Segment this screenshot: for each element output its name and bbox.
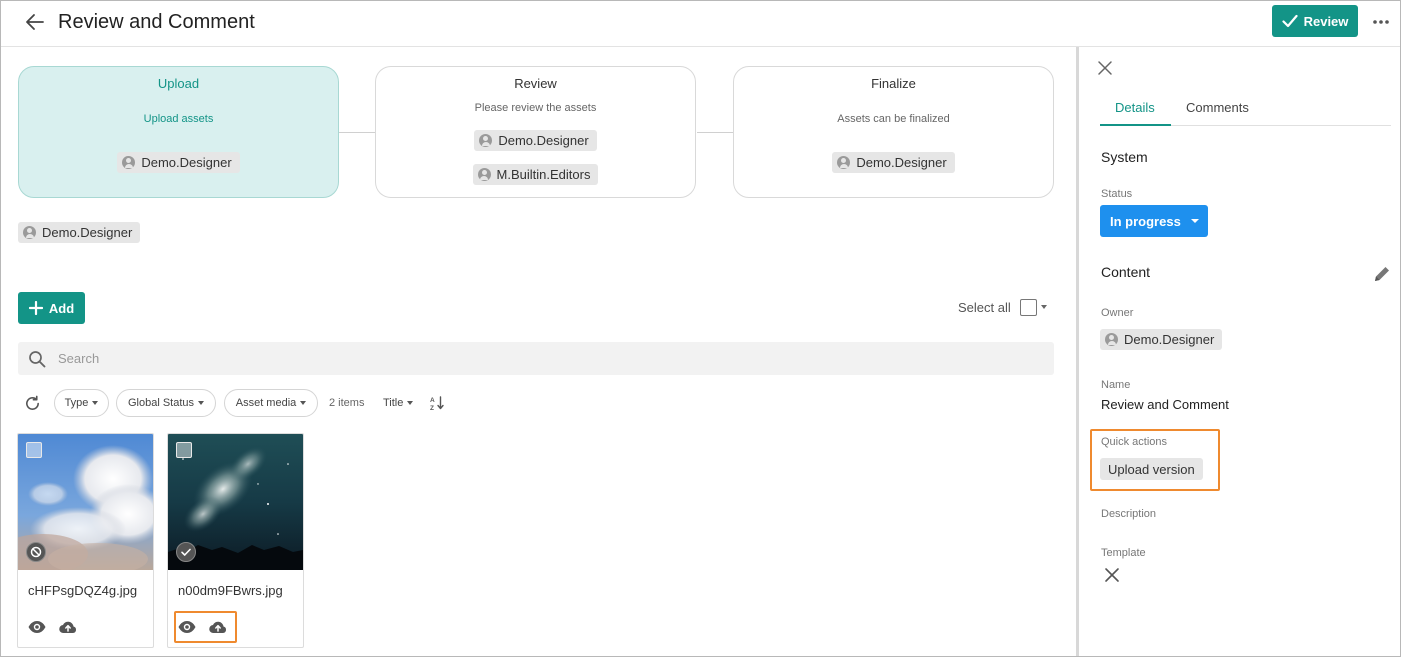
user-icon — [23, 226, 36, 239]
step-description: Assets can be finalized — [837, 113, 950, 125]
description-label: Description — [1101, 508, 1157, 520]
step-connector — [697, 132, 734, 133]
assignee-name: Demo.Designer — [856, 155, 947, 170]
filter-global-status[interactable]: Global Status — [116, 389, 216, 417]
status-dropdown[interactable]: In progress — [1100, 205, 1208, 237]
asset-select-checkbox[interactable] — [26, 442, 42, 458]
sort-az-icon[interactable]: A Z — [429, 395, 445, 411]
select-all-label: Select all — [958, 300, 1011, 315]
owner-name: Demo.Designer — [1124, 332, 1215, 347]
owner-chip-wrapper: Demo.Designer — [18, 222, 141, 244]
pencil-icon[interactable] — [1373, 265, 1391, 283]
chevron-down-icon — [1190, 219, 1199, 223]
eye-icon[interactable] — [27, 618, 47, 636]
chevron-down-icon — [300, 401, 307, 405]
add-button[interactable]: Add — [18, 292, 85, 324]
name-value: Review and Comment — [1101, 397, 1229, 412]
chevron-down-icon — [407, 401, 414, 405]
assignee-name: Demo.Designer — [498, 133, 589, 148]
select-all-dropdown-icon[interactable] — [1041, 305, 1047, 309]
active-tab-indicator — [1100, 124, 1171, 126]
status-label: Status — [1101, 188, 1133, 200]
tab-details[interactable]: Details — [1115, 100, 1155, 115]
asset-thumbnail[interactable] — [18, 434, 153, 570]
step-title: Review — [514, 76, 557, 91]
user-icon — [479, 134, 493, 147]
chevron-down-icon — [92, 401, 99, 405]
user-icon — [837, 156, 851, 169]
search-bar — [18, 342, 1054, 375]
sort-field-label: Title — [383, 397, 404, 409]
assignee-chip: Demo.Designer — [474, 130, 597, 151]
blocked-icon — [26, 542, 46, 562]
assignee-chip: M.Builtin.Editors — [472, 164, 599, 185]
assignee-chip: Demo.Designer — [117, 152, 240, 173]
workflow-step-review[interactable]: Review Please review the assets Demo.Des… — [375, 66, 696, 198]
page-title: Review and Comment — [58, 11, 255, 33]
owner-value-wrapper: Demo.Designer — [1100, 329, 1223, 351]
filter-type[interactable]: Type — [54, 389, 109, 417]
user-icon — [477, 168, 491, 181]
asset-select-checkbox[interactable] — [176, 442, 192, 458]
step-connector — [339, 132, 376, 133]
plus-icon — [28, 301, 43, 315]
check-icon — [176, 542, 196, 562]
name-label: Name — [1101, 379, 1131, 391]
workflow-step-upload[interactable]: Upload Upload assets Demo.Designer — [18, 66, 339, 198]
owner-name: Demo.Designer — [42, 225, 133, 240]
step-description: Upload assets — [143, 113, 214, 125]
tab-comments[interactable]: Comments — [1186, 100, 1249, 115]
eye-icon[interactable] — [177, 618, 197, 636]
assignee-name: M.Builtin.Editors — [496, 167, 591, 182]
select-all-checkbox[interactable] — [1020, 299, 1037, 316]
chevron-down-icon — [198, 401, 205, 405]
check-icon — [1281, 14, 1298, 28]
owner-chip: Demo.Designer — [1100, 329, 1223, 350]
step-title: Finalize — [871, 76, 916, 91]
owner-label: Owner — [1101, 307, 1134, 319]
cloud-upload-icon[interactable] — [58, 618, 78, 636]
asset-thumbnail[interactable] — [168, 434, 303, 570]
upload-version-button[interactable]: Upload version — [1100, 458, 1203, 480]
user-icon — [122, 156, 136, 169]
quick-actions-label: Quick actions — [1101, 436, 1168, 448]
cloud-upload-icon[interactable] — [208, 618, 228, 636]
back-arrow-icon[interactable] — [23, 10, 47, 34]
asset-card[interactable]: cHFPsgDQZ4g.jpg — [17, 433, 154, 648]
refresh-icon[interactable] — [24, 395, 41, 412]
svg-text:A: A — [430, 397, 435, 404]
filter-label: Type — [64, 397, 89, 409]
items-count: 2 items — [329, 397, 365, 409]
add-button-label: Add — [48, 300, 75, 316]
review-button[interactable]: Review — [1272, 5, 1358, 37]
filter-label: Global Status — [127, 397, 195, 409]
status-value: In progress — [1110, 213, 1181, 229]
sort-field-dropdown[interactable]: Title — [383, 397, 414, 409]
search-input[interactable] — [58, 342, 1038, 375]
step-title: Upload — [157, 76, 200, 91]
section-title-system: System — [1101, 149, 1148, 165]
header-bar: Review and Comment Review — [1, 1, 1400, 47]
more-options-icon[interactable] — [1370, 11, 1392, 33]
details-panel: Details Comments System Status In progre… — [1076, 47, 1400, 656]
asset-filename: n00dm9FBwrs.jpg — [178, 583, 283, 598]
assignee-name: Demo.Designer — [141, 155, 232, 170]
filter-label: Asset media — [235, 397, 297, 409]
search-icon — [29, 351, 46, 368]
filter-asset-media[interactable]: Asset media — [224, 389, 318, 417]
workflow-step-finalize[interactable]: Finalize Assets can be finalized Demo.De… — [733, 66, 1054, 198]
user-icon — [1105, 333, 1118, 346]
template-label: Template — [1101, 547, 1146, 559]
asset-card[interactable]: n00dm9FBwrs.jpg — [167, 433, 304, 648]
review-button-label: Review — [1303, 13, 1349, 29]
owner-chip: Demo.Designer — [18, 222, 141, 243]
asset-filename: cHFPsgDQZ4g.jpg — [28, 583, 138, 598]
step-description: Please review the assets — [474, 102, 597, 114]
app-window: Review and Comment Review Upload Upload … — [0, 0, 1401, 657]
section-title-content: Content — [1101, 264, 1151, 280]
close-icon[interactable] — [1097, 60, 1113, 76]
svg-text:Z: Z — [430, 405, 434, 411]
assignee-chip: Demo.Designer — [832, 152, 955, 173]
close-icon[interactable] — [1104, 567, 1120, 583]
